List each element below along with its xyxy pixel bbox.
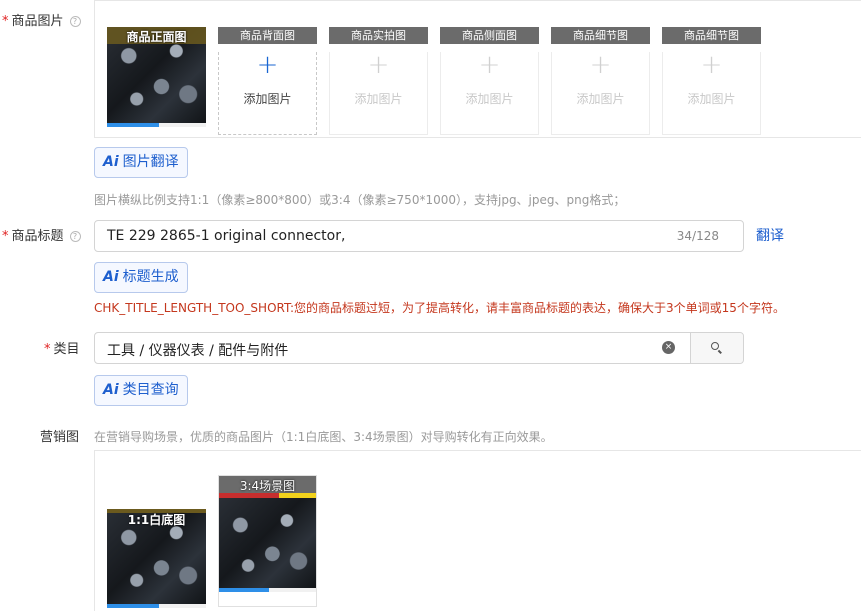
slot-label: 商品正面图: [126, 30, 187, 44]
thumbnail-strip: [269, 588, 316, 592]
thumbnail-strip: [219, 588, 271, 592]
translate-link[interactable]: 翻译: [756, 225, 784, 245]
slot-label: 商品背面图: [218, 27, 317, 44]
image-format-hint: 图片横纵比例支持1:1（像素≥800*800）或3:4（像素≥750*1000）…: [94, 193, 626, 207]
plus-icon: +: [478, 50, 501, 80]
ai-icon: Ai: [103, 269, 119, 285]
plus-icon: +: [367, 50, 390, 80]
add-image-text: 添加图片: [687, 92, 736, 106]
image-slot-detail-1[interactable]: 商品细节图 + 添加图片: [551, 27, 650, 135]
add-image-button[interactable]: + 添加图片: [440, 52, 539, 135]
help-icon[interactable]: ?: [69, 16, 81, 27]
image-translate-button[interactable]: Ai 图片翻译: [94, 147, 188, 178]
add-image-text: 添加图片: [576, 92, 625, 106]
category-search-button[interactable]: [690, 333, 743, 363]
add-image-text: 添加图片: [465, 92, 514, 106]
add-image-text: 添加图片: [243, 92, 292, 106]
square-marketing-image[interactable]: 1:1白底图: [107, 509, 206, 608]
image-upload-panel: 商品正面图 商品背面图 + 添加图片 商品实拍图 + 添加图片 商品侧面图 + …: [94, 0, 861, 138]
add-image-button[interactable]: + 添加图片: [551, 52, 650, 135]
title-input-value[interactable]: TE 229 2865-1 original connector,: [107, 228, 345, 244]
thumbnail-strip: [159, 123, 206, 127]
add-image-button[interactable]: + 添加图片: [329, 52, 428, 135]
title-error-message: CHK_TITLE_LENGTH_TOO_SHORT:您的商品标题过短，为了提高…: [94, 301, 785, 315]
title-char-counter: 34/128: [676, 229, 719, 243]
images-label: * 商品图片?: [2, 10, 81, 29]
slot-label: 商品细节图: [551, 27, 650, 44]
product-photo: [219, 498, 316, 588]
ai-icon: Ai: [103, 154, 119, 170]
slot-label: 3:4场景图: [239, 479, 296, 493]
marketing-label: 营销图: [40, 426, 79, 445]
slot-label: 1:1白底图: [127, 513, 186, 527]
title-label: * 商品标题?: [2, 225, 81, 244]
image-slot-front[interactable]: 商品正面图: [107, 27, 206, 127]
thumbnail-strip: [107, 604, 159, 608]
image-slot-back[interactable]: 商品背面图 + 添加图片: [218, 27, 317, 135]
add-image-button[interactable]: + 添加图片: [218, 52, 317, 135]
marketing-image-panel: 1:1白底图 3:4场景图: [94, 450, 861, 611]
slot-label: 商品实拍图: [329, 27, 428, 44]
plus-icon: +: [256, 50, 279, 80]
front-image-thumbnail[interactable]: 商品正面图: [107, 27, 206, 127]
clear-icon[interactable]: ×: [662, 341, 675, 354]
plus-icon: +: [700, 50, 723, 80]
search-icon: [711, 342, 719, 350]
category-value[interactable]: 工具 / 仪器仪表 / 配件与附件: [107, 340, 288, 360]
title-label-text: 商品标题: [11, 229, 64, 244]
marketing-label-text: 营销图: [40, 430, 80, 445]
thumbnail-strip: [107, 123, 159, 127]
image-translate-label: 图片翻译: [122, 154, 179, 170]
category-label-text: 类目: [53, 342, 80, 357]
slot-label: 商品细节图: [662, 27, 761, 44]
add-image-text: 添加图片: [354, 92, 403, 106]
plus-icon: +: [589, 50, 612, 80]
help-icon[interactable]: ?: [69, 231, 81, 242]
image-slot-real[interactable]: 商品实拍图 + 添加图片: [329, 27, 428, 135]
title-generate-label: 标题生成: [122, 269, 179, 285]
category-query-label: 类目查询: [122, 382, 179, 398]
required-mark: *: [2, 14, 9, 29]
category-label: * 类目: [44, 338, 80, 357]
title-input[interactable]: TE 229 2865-1 original connector, 34/128: [94, 220, 744, 252]
portrait-marketing-image[interactable]: 3:4场景图: [218, 475, 317, 607]
add-image-button[interactable]: + 添加图片: [662, 52, 761, 135]
title-generate-button[interactable]: Ai 标题生成: [94, 262, 188, 293]
required-mark: *: [44, 342, 51, 357]
required-mark: *: [2, 229, 9, 244]
slot-label: 商品侧面图: [440, 27, 539, 44]
thumbnail-strip: [159, 604, 206, 608]
marketing-hint: 在营销导购场景，优质的商品图片（1:1白底图、3:4场景图）对导购转化有正向效果…: [94, 430, 553, 444]
image-slot-side[interactable]: 商品侧面图 + 添加图片: [440, 27, 539, 135]
category-query-button[interactable]: Ai 类目查询: [94, 375, 188, 406]
ai-icon: Ai: [103, 382, 119, 398]
category-select[interactable]: 工具 / 仪器仪表 / 配件与附件 ×: [94, 332, 744, 364]
images-label-text: 商品图片: [11, 14, 64, 29]
image-slot-detail-2[interactable]: 商品细节图 + 添加图片: [662, 27, 761, 135]
